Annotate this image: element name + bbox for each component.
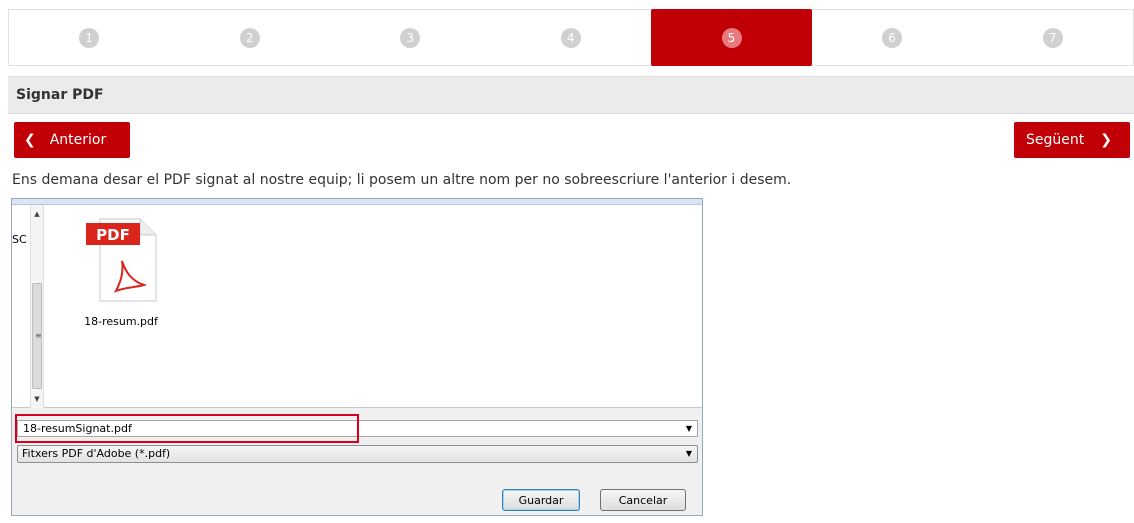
pdf-label: PDF (96, 226, 130, 244)
scrollbar-thumb[interactable]: ≡ (32, 283, 42, 389)
file-name: 18-resum.pdf (84, 315, 158, 328)
save-dialog-screenshot: SC ▲ ≡ ▼ PDF 18-resum.pdf 18-resumSignat… (11, 198, 703, 516)
step-number: 4 (560, 27, 581, 48)
side-label: SC (12, 233, 27, 246)
previous-label: Anterior (49, 132, 107, 148)
step-number: 1 (79, 27, 100, 48)
cancel-button[interactable]: Cancelar (600, 489, 686, 511)
step-1[interactable]: 1 (9, 10, 170, 65)
grip-icon: ≡ (35, 331, 42, 340)
pdf-file-icon: PDF (86, 218, 157, 302)
filetype-value: Fitxers PDF d'Adobe (*.pdf) (22, 447, 171, 460)
save-button[interactable]: Guardar (502, 489, 580, 511)
step-3[interactable]: 3 (330, 10, 491, 65)
chevron-left-icon: ❮ (24, 132, 36, 148)
step-5-active[interactable]: 5 (651, 9, 812, 66)
previous-button[interactable]: ❮ Anterior (14, 122, 130, 158)
step-6[interactable]: 6 (812, 10, 973, 65)
file-list-area[interactable]: SC ▲ ≡ ▼ PDF 18-resum.pdf (12, 205, 702, 408)
filetype-select[interactable]: Fitxers PDF d'Adobe (*.pdf) ▼ (17, 445, 698, 463)
chevron-down-icon[interactable]: ▼ (683, 421, 695, 436)
step-number: 7 (1042, 27, 1063, 48)
section-title: Signar PDF (8, 76, 1134, 114)
step-number: 5 (721, 27, 742, 48)
step-number: 2 (239, 27, 260, 48)
step-2[interactable]: 2 (170, 10, 331, 65)
scroll-down-icon[interactable]: ▼ (31, 392, 43, 406)
step-number: 3 (400, 27, 421, 48)
chevron-right-icon: ❯ (1100, 132, 1112, 148)
step-4[interactable]: 4 (491, 10, 652, 65)
next-label: Següent (1026, 132, 1085, 148)
scroll-up-icon[interactable]: ▲ (31, 207, 43, 221)
vertical-scrollbar[interactable]: ▲ ≡ ▼ (30, 205, 44, 408)
highlight-annotation (15, 414, 359, 443)
next-button[interactable]: Següent ❯ (1014, 122, 1130, 158)
chevron-down-icon[interactable]: ▼ (683, 446, 695, 461)
wizard-steps: 1 2 3 4 5 6 7 (8, 9, 1134, 66)
step-number: 6 (882, 27, 903, 48)
page: 1 2 3 4 5 6 7 Signar PDF ❮ Anterior Segü… (0, 0, 1134, 523)
instruction-text: Ens demana desar el PDF signat al nostre… (12, 172, 792, 188)
step-7[interactable]: 7 (973, 10, 1134, 65)
